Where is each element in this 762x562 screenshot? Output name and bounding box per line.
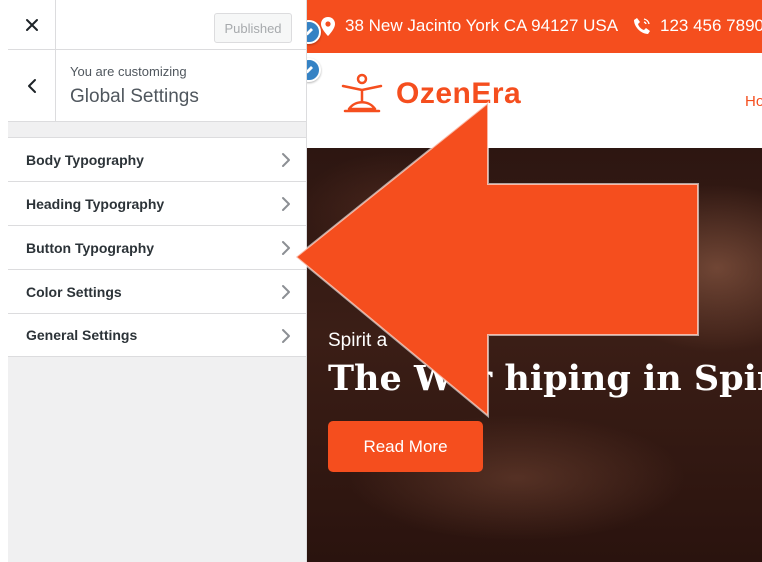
logo-icon xyxy=(341,73,383,113)
nav-item-home[interactable]: Ho xyxy=(745,93,762,110)
pencil-icon xyxy=(307,28,313,36)
hero-subtitle: Spirit a xyxy=(328,330,388,351)
contact-address: 38 New Jacinto York CA 94127 USA xyxy=(345,16,619,35)
map-pin-icon xyxy=(321,17,335,36)
chevron-right-icon xyxy=(282,285,290,299)
phone-icon xyxy=(634,18,650,34)
read-more-button[interactable]: Read More xyxy=(328,421,483,472)
logo-text[interactable]: OzenEra xyxy=(396,77,521,111)
chevron-right-icon xyxy=(282,241,290,255)
menu-item-label: Button Typography xyxy=(26,239,155,256)
menu-item-label: Body Typography xyxy=(26,151,144,168)
menu-item-body-typography[interactable]: Body Typography xyxy=(8,137,306,181)
close-customizer-button[interactable] xyxy=(8,0,56,50)
site-header: OzenEra Ho xyxy=(307,53,762,148)
section-header: You are customizing Global Settings xyxy=(8,50,306,122)
settings-menu: Body Typography Heading Typography Butto… xyxy=(8,137,306,357)
menu-item-general-settings[interactable]: General Settings xyxy=(8,313,306,357)
chevron-right-icon xyxy=(282,197,290,211)
menu-item-label: General Settings xyxy=(26,327,138,343)
menu-item-button-typography[interactable]: Button Typography xyxy=(8,225,306,269)
menu-item-heading-typography[interactable]: Heading Typography xyxy=(8,181,306,225)
section-title: Global Settings xyxy=(70,86,199,107)
chevron-right-icon xyxy=(282,153,290,167)
customizing-label: You are customizing xyxy=(70,64,187,79)
pencil-icon xyxy=(307,66,313,74)
publish-button[interactable]: Published xyxy=(214,13,292,43)
contact-topbar: 38 New Jacinto York CA 94127 USA 123 456… xyxy=(307,0,762,53)
menu-item-label: Color Settings xyxy=(26,283,122,300)
hero-title: The Wor hiping in Spirit a xyxy=(328,358,762,399)
contact-phone: 123 456 7890 xyxy=(660,16,762,35)
site-preview: 38 New Jacinto York CA 94127 USA 123 456… xyxy=(307,0,762,562)
hero-banner: Spirit a The Wor hiping in Spirit a Read… xyxy=(307,148,762,562)
back-button[interactable] xyxy=(8,50,56,121)
menu-item-label: Heading Typography xyxy=(26,195,165,212)
close-icon xyxy=(25,19,38,31)
chevron-left-icon xyxy=(27,78,36,93)
chevron-right-icon xyxy=(282,329,290,343)
customizer-header: Published xyxy=(8,0,306,50)
customizer-sidebar: Published You are customizing Global Set… xyxy=(8,0,307,562)
menu-item-color-settings[interactable]: Color Settings xyxy=(8,269,306,313)
